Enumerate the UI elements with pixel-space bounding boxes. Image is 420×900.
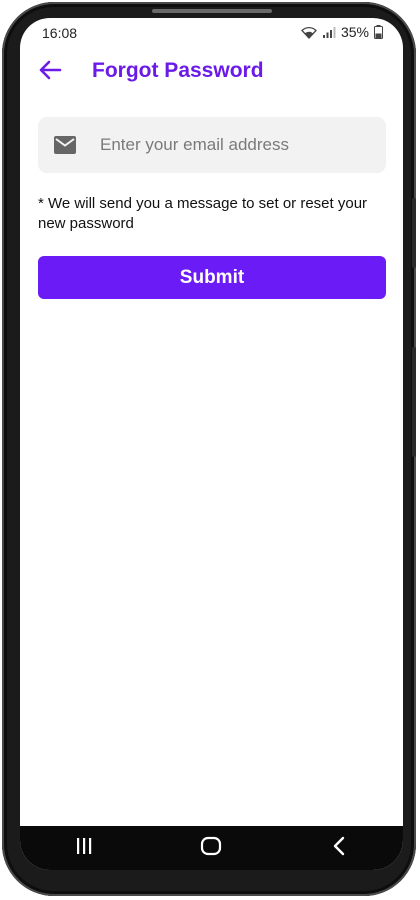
phone-frame: 16:08 35% Forgot Password Enter your ema… (2, 2, 416, 896)
info-note: * We will send you a message to set or r… (38, 195, 368, 232)
battery-icon (374, 25, 383, 39)
submit-button[interactable]: Submit (38, 256, 386, 299)
status-icons: 35% (301, 24, 383, 40)
back-nav-button[interactable] (309, 826, 369, 870)
recents-icon (74, 837, 94, 860)
earpiece (152, 9, 272, 13)
email-input[interactable] (100, 117, 376, 173)
screen: 16:08 35% Forgot Password Enter your ema… (20, 18, 403, 870)
back-nav-icon (332, 836, 346, 861)
mail-icon (54, 136, 76, 159)
system-nav-bar (20, 826, 403, 870)
status-bar: 16:08 35% (20, 18, 403, 50)
recents-button[interactable] (54, 826, 114, 870)
arrow-left-icon (38, 60, 62, 85)
wifi-icon (301, 26, 317, 39)
status-time: 16:08 (42, 25, 78, 41)
power-button (412, 198, 416, 268)
home-icon (200, 836, 222, 861)
battery-level: 35% (340, 24, 369, 40)
email-field-container[interactable] (38, 117, 386, 173)
volume-button (412, 347, 416, 457)
signal-icon (322, 26, 336, 39)
app-bar: Forgot Password (20, 52, 403, 92)
back-button[interactable] (34, 56, 66, 88)
home-button[interactable] (181, 826, 241, 870)
page-title: Forgot Password (92, 59, 264, 82)
